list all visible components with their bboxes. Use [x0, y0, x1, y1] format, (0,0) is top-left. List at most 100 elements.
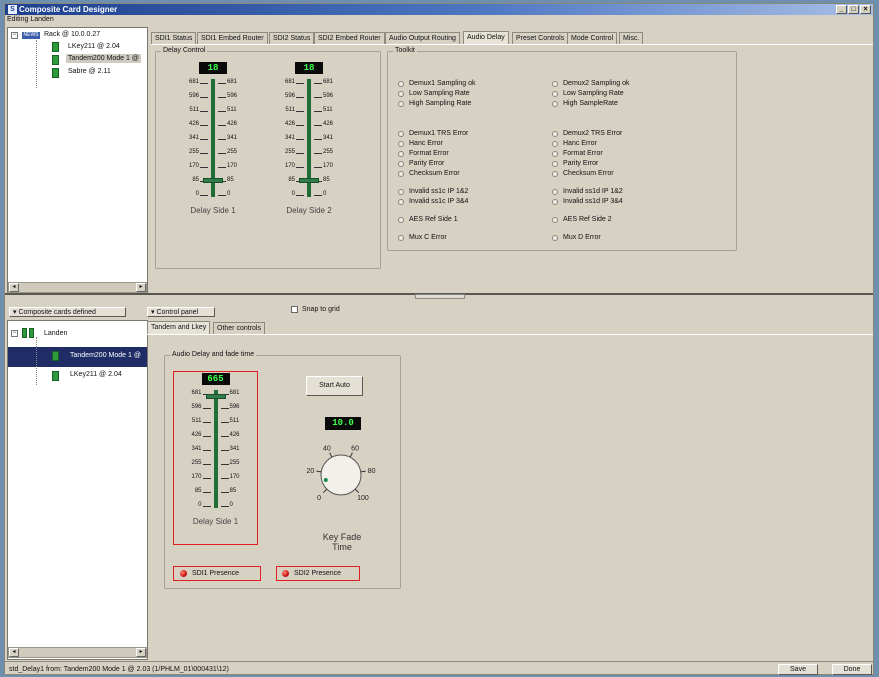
tick-mark	[202, 492, 211, 493]
tab-sdi1-status[interactable]: SDI1 Status	[151, 32, 197, 44]
audio-delay-slider[interactable]: 665 681 681 596 596 511 511 426 426 341 341 255 255 1…	[173, 373, 258, 543]
toolkit-item: Parity Error	[409, 160, 445, 167]
bottom-tree-panel: − Landen Tandem200 Mode 1 @ LKey211 @ 2.…	[7, 320, 148, 660]
toolkit-item: Mux D Error	[563, 234, 601, 241]
tick-label-left: 170	[188, 163, 199, 169]
scroll-left-icon[interactable]: ◂	[9, 648, 19, 657]
tick-mark	[200, 195, 208, 196]
toolkit-item: Demux1 TRS Error	[409, 130, 469, 137]
tick-mark	[200, 153, 208, 154]
radio-indicator[interactable]	[552, 161, 558, 167]
knob-tick-label: 60	[351, 445, 359, 452]
radio-indicator[interactable]	[552, 189, 558, 195]
slider-thumb[interactable]	[203, 178, 223, 184]
slider-thumb[interactable]	[299, 178, 319, 184]
tab-other-controls[interactable]: Other controls	[213, 322, 265, 334]
tree-item-rack[interactable]: Rack @ 10.0.0.27	[44, 31, 100, 38]
radio-indicator[interactable]	[398, 161, 404, 167]
tree-item-lkey-bottom[interactable]: LKey211 @ 2.04	[70, 371, 122, 378]
tick-label-left: 596	[191, 404, 202, 410]
radio-indicator[interactable]	[398, 81, 404, 87]
radio-indicator[interactable]	[552, 81, 558, 87]
close-button[interactable]: ×	[860, 5, 871, 14]
minimize-button[interactable]: _	[836, 5, 847, 14]
delay-display: 18	[295, 62, 323, 74]
maximize-button[interactable]: □	[848, 5, 859, 14]
radio-indicator[interactable]	[552, 217, 558, 223]
radio-indicator[interactable]	[398, 199, 404, 205]
radio-indicator[interactable]	[552, 199, 558, 205]
card-icon	[52, 42, 59, 52]
tick-mark	[218, 83, 226, 84]
radio-indicator[interactable]	[398, 171, 404, 177]
snap-to-grid-checkbox[interactable]	[291, 306, 298, 313]
tab-misc[interactable]: Misc.	[619, 32, 644, 44]
tick-mark	[220, 408, 229, 409]
card-icon	[52, 371, 59, 381]
delay-display: 18	[199, 62, 227, 74]
key-fade-knob[interactable]: 0 20 40 60 80 100	[291, 431, 391, 511]
tick-label-right: 511	[229, 418, 240, 424]
radio-indicator[interactable]	[552, 141, 558, 147]
radio-indicator[interactable]	[552, 131, 558, 137]
tick-label-right: 170	[323, 163, 334, 169]
radio-indicator[interactable]	[398, 91, 404, 97]
tick-label-left: 170	[191, 474, 202, 480]
start-auto-button[interactable]: Start Auto	[306, 376, 363, 396]
scroll-left-icon[interactable]: ◂	[9, 283, 19, 292]
scroll-right-icon[interactable]: ▸	[136, 283, 146, 292]
control-panel-dropdown[interactable]: ▾ Control panel	[147, 307, 215, 317]
tree-item-tandem[interactable]: Tandem200 Mode 1 @	[66, 54, 141, 63]
radio-indicator[interactable]	[398, 189, 404, 195]
knob-tick	[329, 452, 333, 458]
tick-label-left: 426	[188, 121, 199, 127]
radio-indicator[interactable]	[398, 217, 404, 223]
tab-sdi1-embed-router[interactable]: SDI1 Embed Router	[197, 32, 268, 44]
splitter-handle[interactable]	[415, 294, 465, 299]
radio-indicator[interactable]	[552, 91, 558, 97]
tick-mark	[218, 139, 226, 140]
radio-indicator[interactable]	[552, 101, 558, 107]
horizontal-scrollbar[interactable]: ◂ ▸	[8, 282, 147, 293]
sdi1-presence-label: SDI1 Presence	[192, 570, 240, 577]
tab-audio-output-routing[interactable]: Audio Output Routing	[385, 32, 460, 44]
delay-slider-side-2[interactable]: 18 681 681 596 596 511 511 426 426 341 341 255 255 17…	[264, 62, 354, 262]
tab-mode-control[interactable]: Mode Control	[567, 32, 618, 44]
collapse-icon[interactable]: −	[11, 330, 18, 337]
app-title: Composite Card Designer	[19, 5, 118, 14]
slider-thumb[interactable]	[205, 393, 226, 399]
tab-sdi2-status[interactable]: SDI2 Status	[269, 32, 315, 44]
done-button[interactable]: Done	[832, 664, 872, 675]
collapse-icon[interactable]: −	[11, 32, 18, 39]
tree-item-lkey[interactable]: LKey211 @ 2.04	[68, 43, 120, 50]
horizontal-scrollbar[interactable]: ◂ ▸	[8, 647, 147, 658]
tree-item-sabre[interactable]: Sabre @ 2.11	[68, 68, 111, 75]
radio-indicator[interactable]	[398, 151, 404, 157]
tree-item-landen[interactable]: Landen	[44, 330, 67, 337]
save-button[interactable]: Save	[778, 664, 818, 675]
delay-display: 665	[201, 373, 230, 385]
tree-item-tandem-selected[interactable]: Tandem200 Mode 1 @	[70, 352, 141, 359]
composite-cards-dropdown[interactable]: ▾ Composite cards defined	[9, 307, 126, 317]
toolkit-item: Parity Error	[563, 160, 599, 167]
tick-mark	[220, 492, 229, 493]
scroll-right-icon[interactable]: ▸	[136, 648, 146, 657]
tick-mark	[314, 139, 322, 140]
tab-audio-delay[interactable]: Audio Delay	[463, 31, 509, 44]
tab-sdi2-embed-router[interactable]: SDI2 Embed Router	[314, 32, 385, 44]
radio-indicator[interactable]	[552, 151, 558, 157]
radio-indicator[interactable]	[398, 235, 404, 241]
radio-indicator[interactable]	[398, 131, 404, 137]
radio-indicator[interactable]	[398, 141, 404, 147]
tab-preset-controls[interactable]: Preset Controls	[512, 32, 569, 44]
tick-mark	[218, 195, 226, 196]
tab-tandem-and-lkey[interactable]: Tandem and Lkey	[147, 321, 211, 334]
radio-indicator[interactable]	[552, 171, 558, 177]
tick-label-right: 0	[227, 191, 231, 197]
knob-dial[interactable]	[320, 454, 362, 496]
radio-indicator[interactable]	[552, 235, 558, 241]
tick-mark	[218, 97, 226, 98]
toolkit-item: Hanc Error	[563, 140, 597, 147]
radio-indicator[interactable]	[398, 101, 404, 107]
delay-slider-side-1[interactable]: 18 681 681 596 596 511 511 426 426 341 341 255 255 17…	[168, 62, 258, 262]
